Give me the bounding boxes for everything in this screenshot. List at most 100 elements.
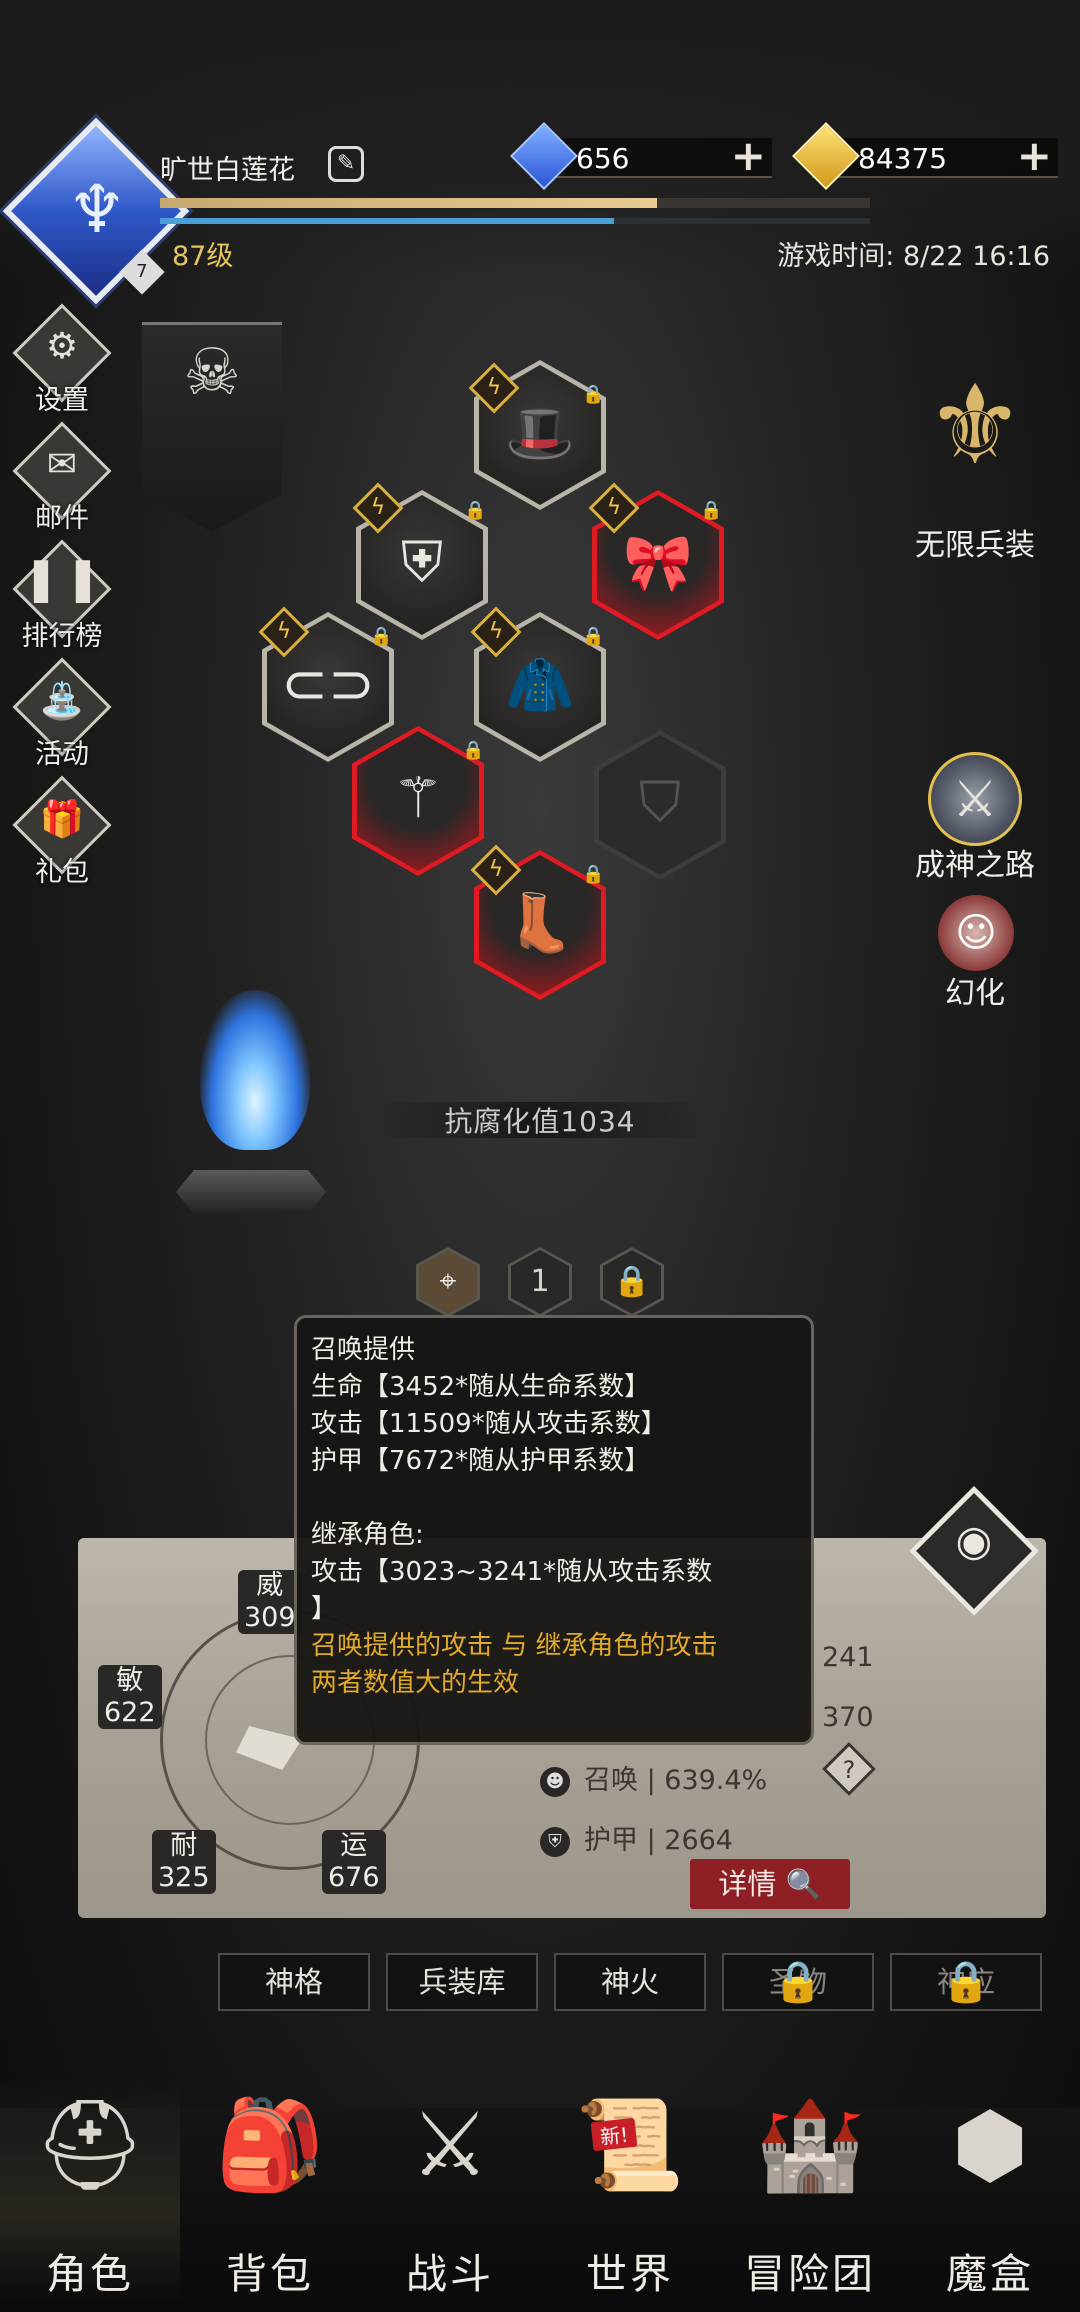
gold-count: 84375 (858, 142, 948, 175)
sword-shield-icon: ⚔ (410, 2093, 490, 2196)
magnifier-icon: 🔍 (785, 1867, 822, 1901)
nav-world[interactable]: 📜 新! 世界 (540, 2080, 720, 2300)
bow-accessory-icon: 🎀 (623, 531, 693, 596)
question-icon: ? (842, 1756, 856, 1784)
tab-divine-fire[interactable]: 神火 (554, 1953, 706, 2011)
nav-label: 魔盒 (946, 2250, 1034, 2298)
side-item-label: 设置 (35, 385, 89, 416)
tooltip-line: 继承角色: (311, 1520, 424, 1550)
side-item-gift[interactable]: 🎁 礼包 (12, 775, 112, 889)
gem-count: 656 (576, 142, 630, 175)
gem-currency: 656 + (510, 122, 772, 190)
lock-icon: 🔒 (603, 1250, 661, 1314)
experience-bar-fill (160, 198, 657, 208)
demon-crest-icon: ☠ (183, 336, 241, 410)
player-name: 旷世白莲花 (160, 155, 295, 186)
side-item-label: 排行榜 (21, 621, 103, 652)
side-item-events[interactable]: ⛲ 活动 (12, 657, 112, 771)
radar-label-min: 敏 622 (98, 1665, 162, 1729)
lock-icon: 🔒 (464, 500, 487, 521)
chained-lock-icon: 🔒 (941, 1959, 991, 2005)
radar-label-yun: 运 676 (322, 1830, 386, 1894)
summon-tooltip: 召唤提供 生命【3452*随从生命系数】 攻击【11509*随从攻击系数】 护甲… (294, 1315, 814, 1745)
armor-icon: ⛨ (540, 1826, 570, 1857)
lock-icon: 🔒 (582, 384, 605, 405)
page-location-button[interactable]: ⌖ (416, 1247, 480, 1317)
stat-armor: ⛨ 护甲 | 2664 (540, 1818, 733, 1857)
leaderboard-icon: ▌▐ (34, 562, 90, 603)
corruption-value: 抗腐化值1034 (444, 1105, 636, 1138)
tab-divine-response[interactable]: 神应 🔒 (890, 1953, 1042, 2011)
stat-value-1: 241 (822, 1642, 874, 1673)
nav-label: 冒险团 (744, 2250, 876, 2298)
side-item-label: 邮件 (35, 503, 89, 534)
side-item-leaderboard[interactable]: ▌▐ 排行榜 (12, 539, 112, 653)
side-item-mail[interactable]: ✉ 邮件 (12, 421, 112, 535)
godhood-path-label: 成神之路 (915, 848, 1035, 883)
tooltip-line: 召唤提供 (311, 1335, 416, 1365)
tab-relic[interactable]: 圣物 🔒 (722, 1953, 874, 2011)
edit-name-icon[interactable]: ✎ (328, 146, 364, 182)
nav-adventure-group[interactable]: 🏰 冒险团 (720, 2080, 900, 2300)
details-button[interactable]: 详情 🔍 (690, 1859, 850, 1909)
transform-icon[interactable]: ☺ (938, 895, 1014, 971)
chained-lock-icon: 🔒 (773, 1959, 823, 2005)
side-item-settings[interactable]: ⚙ 设置 (12, 303, 112, 417)
tab-godhood[interactable]: 神格 (218, 1953, 370, 2011)
secondary-bar-fill (160, 218, 615, 224)
page-number: 1 (511, 1250, 569, 1314)
tooltip-line: 攻击【11509*随从攻击系数】 (311, 1409, 667, 1439)
event-icon: ⛲ (39, 681, 85, 722)
stat-summon: ☻ 召唤 | 639.4% (540, 1758, 767, 1797)
lock-icon: 🔒 (582, 864, 605, 885)
trident-icon: ♆ (67, 171, 127, 248)
experience-bar (160, 198, 870, 208)
side-item-label: 礼包 (35, 857, 89, 888)
belt-icon: ⊂⊃ (281, 652, 375, 717)
nav-backpack[interactable]: 🎒 背包 (180, 2080, 360, 2300)
layers-icon: ◉ (955, 1516, 993, 1565)
page-locked-button[interactable]: 🔒 (600, 1247, 664, 1317)
shoulder-armor-icon: ⛨ (401, 530, 443, 595)
gear-icon: ⚙ (45, 326, 79, 367)
coat-icon: 🧥 (505, 653, 575, 718)
tooltip-line: 生命【3452*随从生命系数】 (311, 1372, 651, 1402)
add-gems-button[interactable]: + (731, 135, 766, 177)
infinite-arms-icon[interactable]: ⚜ (905, 355, 1045, 495)
lightning-icon: ϟ (486, 375, 502, 400)
equip-slot-shield[interactable]: ⛉ (594, 730, 726, 880)
lock-icon: 🔒 (462, 740, 485, 761)
staff-icon: ⚚ (392, 766, 444, 831)
cube-icon: ⬢ (951, 2093, 1029, 2196)
secondary-bar (160, 218, 870, 224)
lock-icon: 🔒 (700, 500, 723, 521)
boots-icon: 👢 (505, 891, 575, 956)
radar-label-nai: 耐 325 (152, 1830, 216, 1894)
godhood-path-icon[interactable]: ⚔ (928, 752, 1022, 846)
tab-armory[interactable]: 兵装库 (386, 1953, 538, 2011)
lightning-icon: ϟ (370, 495, 386, 520)
helmet-icon: ⛑ (34, 2093, 146, 2196)
player-level: 87级 (172, 241, 234, 272)
lightning-icon: ϟ (606, 495, 622, 520)
nav-magic-box[interactable]: ⬢ 魔盒 (900, 2080, 1080, 2300)
nav-label: 角色 (46, 2250, 134, 2298)
lightning-icon: ϟ (276, 619, 292, 644)
castle-icon: 🏰 (755, 2093, 865, 2196)
nav-label: 战斗 (406, 2250, 494, 2298)
lock-icon: 🔒 (370, 626, 393, 647)
lock-icon: 🔒 (582, 626, 605, 647)
add-gold-button[interactable]: + (1017, 135, 1052, 177)
tooltip-highlight: 召唤提供的攻击 与 继承角色的攻击 (311, 1631, 718, 1661)
nav-battle[interactable]: ⚔ 战斗 (360, 2080, 540, 2300)
nav-label: 世界 (586, 2250, 674, 2298)
side-item-label: 活动 (35, 739, 89, 770)
page-1-button[interactable]: 1 (508, 1247, 572, 1317)
game-time: 游戏时间: 8/22 16:16 (777, 241, 1050, 272)
lightning-icon: ϟ (488, 857, 504, 882)
mail-icon: ✉ (46, 444, 78, 485)
tooltip-line: 护甲【7672*随从护甲系数】 (311, 1446, 651, 1476)
nav-character[interactable]: ⛑ 角色 (0, 2080, 180, 2300)
shield-icon: ⛉ (639, 770, 681, 835)
summon-pedestal (176, 1170, 326, 1214)
